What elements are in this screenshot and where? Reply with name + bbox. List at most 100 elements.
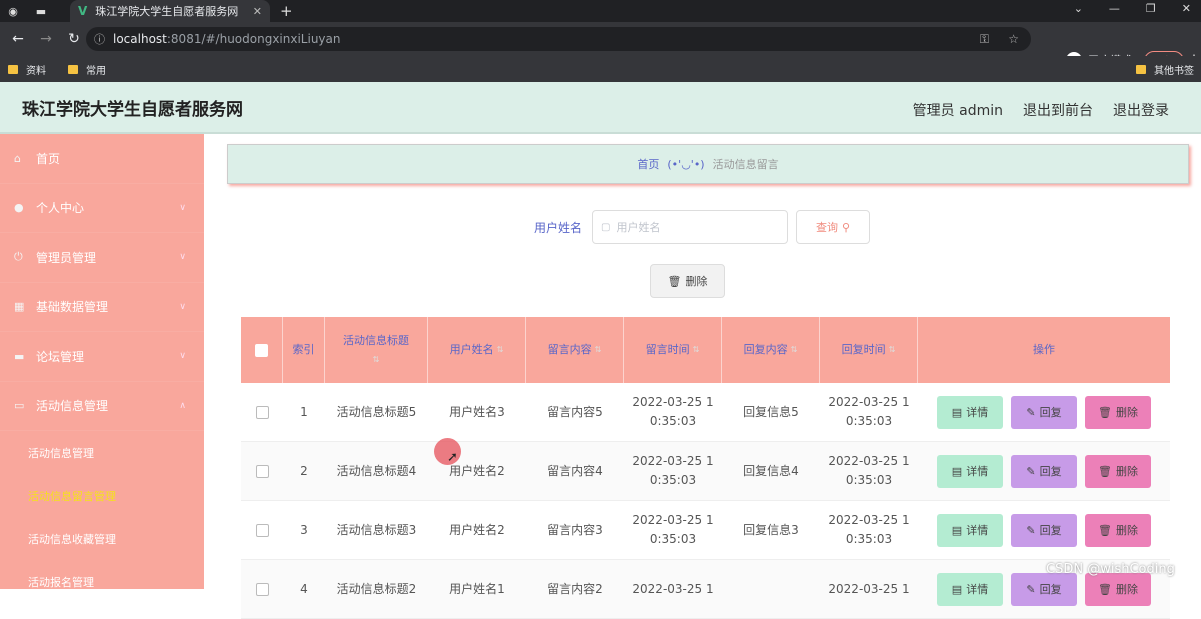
- sort-icon[interactable]: ⇅: [693, 342, 700, 358]
- reply-button[interactable]: ✎ 回复: [1011, 513, 1077, 547]
- reply-button-label: 回复: [1039, 582, 1062, 596]
- close-tab-icon[interactable]: ✕: [253, 5, 262, 18]
- sort-icon[interactable]: ⇅: [595, 342, 602, 358]
- reply-button[interactable]: ✎ 回复: [1011, 572, 1077, 606]
- sidebar-item-label: 活动信息管理: [36, 399, 109, 414]
- edit-icon: ✎: [1026, 523, 1036, 537]
- star-icon[interactable]: ☆: [1008, 32, 1019, 46]
- new-tab-icon[interactable]: +: [280, 2, 293, 20]
- sidebar-item-home[interactable]: ⌂ 首页: [0, 134, 204, 184]
- row-checkbox[interactable]: [255, 523, 269, 537]
- detail-button[interactable]: ▤ 详情: [937, 513, 1003, 547]
- trash-icon: 🗑: [1098, 523, 1112, 537]
- table-body: 1 活动信息标题5 用户姓名3 留言内容5 2022-03-25 1 0:35:03 回复…: [241, 383, 1170, 619]
- header-title[interactable]: 活动信息标题 ⇅: [325, 317, 428, 383]
- browser-tab[interactable]: V 珠江学院大学生自愿者服务网 ✕: [70, 0, 270, 22]
- sidebar-subitem-activity-info[interactable]: 活动信息管理: [0, 431, 204, 474]
- tab-title: 珠江学院大学生自愿者服务网: [95, 5, 239, 18]
- url-field[interactable]: ⓘ localhost :8081/#/huodongxinxiLiuyan ⚿…: [86, 27, 1031, 51]
- header-label: 操作: [1033, 343, 1055, 356]
- header-username[interactable]: 用户姓名 ⇅: [428, 317, 526, 383]
- table-row: 2 活动信息标题4 用户姓名2 留言内容4 2022-03-25 1 0:35:03 回复…: [241, 442, 1170, 501]
- detail-button[interactable]: ▤ 详情: [937, 572, 1003, 606]
- sidebar-item-basedata[interactable]: ▦ 基础数据管理 ∨: [0, 283, 204, 332]
- sidebar-item-label: 管理员管理: [36, 250, 97, 265]
- other-bookmarks[interactable]: 其他书签: [1136, 62, 1194, 77]
- doc-icon: ▤: [951, 405, 963, 419]
- row-checkbox-cell: [241, 560, 283, 618]
- row-checkbox[interactable]: [255, 464, 269, 478]
- row-checkbox[interactable]: [255, 405, 269, 419]
- breadcrumb: 首页 (•'◡'•) 活动信息留言: [227, 144, 1189, 184]
- sidebar-item-label: 首页: [36, 151, 61, 166]
- batch-delete-button[interactable]: 🗑 删除: [650, 264, 725, 298]
- exit-to-front-link[interactable]: 退出到前台: [1023, 100, 1093, 120]
- cell-time-text: 2022-03-25 1 0:35:03: [632, 395, 714, 428]
- cell-title: 活动信息标题3: [325, 501, 428, 559]
- reply-button[interactable]: ✎ 回复: [1011, 395, 1077, 429]
- logout-link[interactable]: 退出登录: [1113, 100, 1169, 120]
- sidebar-item-profile[interactable]: ● 个人中心 ∨: [0, 184, 204, 233]
- header-time[interactable]: 留言时间 ⇅: [624, 317, 722, 383]
- app-header: 珠江学院大学生自愿者服务网 管理员 admin 退出到前台 退出登录: [0, 82, 1201, 134]
- delete-button[interactable]: 🗑 删除: [1085, 454, 1151, 488]
- bookmark-folder-2[interactable]: 常用: [68, 62, 106, 77]
- username-search-input[interactable]: ▢ 用户姓名: [592, 210, 789, 244]
- sort-icon[interactable]: ⇅: [373, 352, 380, 368]
- cell-index-text: 2: [300, 463, 308, 478]
- close-window-icon[interactable]: ✕: [1182, 2, 1191, 15]
- header-reply[interactable]: 回复内容 ⇅: [722, 317, 820, 383]
- forward-icon[interactable]: →: [36, 31, 56, 47]
- header-content[interactable]: 留言内容 ⇅: [526, 317, 624, 383]
- cell-index: 1: [283, 383, 325, 441]
- sidebar-item-activity[interactable]: ▭ 活动信息管理 ∧: [0, 382, 204, 431]
- minimize-icon[interactable]: —: [1109, 2, 1120, 15]
- reload-icon[interactable]: ↻: [64, 31, 84, 47]
- delete-button[interactable]: 🗑 删除: [1085, 395, 1151, 429]
- sidebar-item-admin[interactable]: ⏻ 管理员管理 ∨: [0, 233, 204, 283]
- sidebar-subitem-activity-favorites[interactable]: 活动信息收藏管理: [0, 517, 204, 560]
- globe-icon[interactable]: ◉: [6, 4, 20, 18]
- cell-content: 留言内容4: [526, 442, 624, 500]
- detail-button[interactable]: ▤ 详情: [937, 454, 1003, 488]
- header-label: 索引: [292, 343, 315, 356]
- header-label: 用户姓名: [449, 343, 494, 356]
- header-label: 活动信息标题: [343, 333, 409, 347]
- key-icon[interactable]: ⚿: [980, 32, 989, 47]
- sort-icon[interactable]: ⇅: [791, 342, 798, 358]
- back-icon[interactable]: ←: [8, 31, 28, 47]
- site-info-icon[interactable]: ⓘ: [94, 31, 105, 47]
- cell-time: 2022-03-25 1 0:35:03: [624, 442, 722, 500]
- search-placeholder: 用户姓名: [616, 221, 661, 234]
- reply-button[interactable]: ✎ 回复: [1011, 454, 1077, 488]
- tab-search-icon[interactable]: ▬: [34, 4, 48, 18]
- cell-reply: [722, 560, 820, 618]
- chevron-down-icon[interactable]: ⌄: [1074, 2, 1083, 15]
- site-title: 珠江学院大学生自愿者服务网: [22, 99, 243, 120]
- sort-icon[interactable]: ⇅: [497, 342, 504, 358]
- sort-icon[interactable]: ⇅: [889, 342, 896, 358]
- sidebar-subitem-activity-signup[interactable]: 活动报名管理: [0, 560, 204, 603]
- address-bar-row: ← → ↻ ⓘ localhost :8081/#/huodongxinxiLi…: [0, 22, 1201, 71]
- table-row: 4 活动信息标题2 用户姓名1 留言内容2 2022-03-25 1 2022-03-25…: [241, 560, 1170, 619]
- select-all-checkbox[interactable]: [255, 343, 268, 357]
- trash-icon: 🗑: [1098, 464, 1112, 478]
- sidebar-subitem-activity-comments[interactable]: 活动信息留言管理: [0, 474, 204, 517]
- row-checkbox-cell: [241, 442, 283, 500]
- breadcrumb-home[interactable]: 首页: [637, 156, 659, 172]
- query-button[interactable]: 查询 ⚲: [796, 210, 871, 244]
- restore-icon[interactable]: ❐: [1146, 2, 1156, 15]
- bookmark-folder-1[interactable]: 资料: [8, 62, 46, 77]
- delete-button[interactable]: 🗑 删除: [1085, 513, 1151, 547]
- delete-button[interactable]: 🗑 删除: [1085, 572, 1151, 606]
- header-label: 回复内容: [743, 343, 788, 356]
- admin-user-label: 管理员 admin: [912, 103, 1003, 119]
- sidebar-subitem-label: 活动报名管理: [28, 575, 94, 589]
- vue-logo-icon: V: [78, 4, 88, 18]
- cell-username-text: 用户姓名1: [449, 581, 505, 596]
- row-checkbox[interactable]: [255, 582, 269, 596]
- header-reply-time[interactable]: 回复时间 ⇅: [820, 317, 918, 383]
- sidebar-item-forum[interactable]: ▬ 论坛管理 ∨: [0, 332, 204, 382]
- folder-icon: [8, 64, 18, 74]
- detail-button[interactable]: ▤ 详情: [937, 395, 1003, 429]
